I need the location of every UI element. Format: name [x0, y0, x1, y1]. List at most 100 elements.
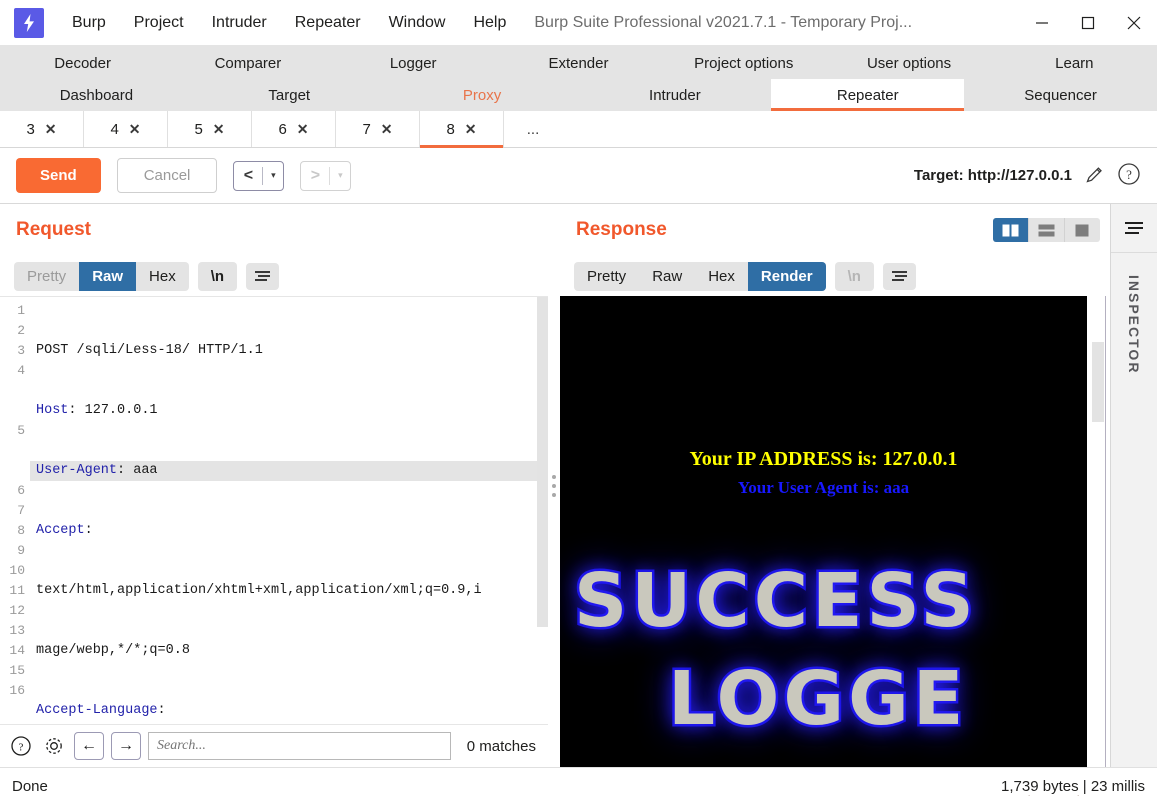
code-line-selected: User-Agent: aaa — [30, 461, 537, 481]
minimize-button[interactable] — [1019, 0, 1065, 45]
request-mode-hex[interactable]: Hex — [136, 262, 189, 291]
line-number: 4 — [17, 363, 25, 378]
inspector-label[interactable]: INSPECTOR — [1126, 275, 1142, 374]
scrollbar-thumb[interactable] — [1092, 342, 1104, 422]
title-bar: Burp Project Intruder Repeater Window He… — [0, 0, 1157, 45]
status-message: Done — [12, 777, 48, 795]
repeater-tab-6[interactable]: 6 ✕ — [252, 111, 336, 147]
repeater-tab-7[interactable]: 7 ✕ — [336, 111, 420, 147]
request-mode-pretty[interactable]: Pretty — [14, 262, 79, 291]
rendered-ip-line: Your IP ADDRESS is: 127.0.0.1 — [689, 448, 958, 470]
request-code[interactable]: POST /sqli/Less-18/ HTTP/1.1 Host: 127.0… — [30, 297, 537, 724]
menu-burp[interactable]: Burp — [58, 10, 120, 36]
request-options-icon[interactable] — [246, 262, 280, 290]
repeater-tab-5[interactable]: 5 ✕ — [168, 111, 252, 147]
split-horizontal-icon[interactable] — [1029, 218, 1065, 242]
request-mode-raw[interactable]: Raw — [79, 261, 137, 291]
question-icon[interactable]: ? — [1117, 162, 1141, 189]
menu-help[interactable]: Help — [459, 10, 520, 36]
menu-repeater[interactable]: Repeater — [281, 10, 375, 36]
search-next-button[interactable]: → — [111, 732, 141, 760]
tab-project-options[interactable]: Project options — [661, 47, 826, 79]
request-editor-wrap: 1 2 3 4 . . 5 . . 6 7 8 9 10 11 — [0, 296, 548, 724]
tab-logger[interactable]: Logger — [331, 47, 496, 79]
tab-intruder[interactable]: Intruder — [578, 79, 771, 111]
response-mode-bar: Pretty Raw Hex Render \n — [560, 256, 1110, 296]
header-value: 127.0.0.1 — [76, 403, 158, 418]
close-icon[interactable]: ✕ — [45, 121, 57, 138]
tab-proxy[interactable]: Proxy — [386, 79, 579, 111]
close-icon[interactable]: ✕ — [465, 121, 477, 138]
close-icon[interactable]: ✕ — [297, 121, 309, 138]
response-mode-pretty[interactable]: Pretty — [574, 262, 639, 291]
request-panel: Request Pretty Raw Hex \n 1 2 3 4 5 6 7 … — [0, 204, 548, 767]
tab-decoder[interactable]: Decoder — [0, 47, 165, 79]
repeater-tab-8[interactable]: 8 ✕ — [420, 111, 504, 148]
close-icon[interactable]: ✕ — [129, 121, 141, 138]
request-search-bar: ? ← → 0 matches — [0, 724, 548, 767]
target-group: Target: http://127.0.0.1 ? — [914, 162, 1141, 189]
menu-bar: Burp Project Intruder Repeater Window He… — [58, 10, 520, 36]
search-input[interactable] — [148, 732, 451, 760]
close-icon[interactable]: ✕ — [381, 121, 393, 138]
window-title: Burp Suite Professional v2021.7.1 - Temp… — [534, 13, 913, 31]
repeater-tab-overflow[interactable]: ... — [504, 111, 562, 147]
response-panel: Response Pretty Raw Hex Render \n Your I… — [560, 204, 1110, 767]
search-prev-button[interactable]: ← — [74, 732, 104, 760]
response-mode-hex[interactable]: Hex — [695, 262, 748, 291]
back-arrow-icon[interactable]: < — [234, 167, 262, 185]
go-back-group[interactable]: < ▾ — [233, 160, 285, 191]
question-icon[interactable]: ? — [8, 733, 34, 759]
request-scrollbar[interactable] — [537, 297, 548, 724]
forward-arrow-icon: > — [310, 166, 321, 184]
action-bar: Send Cancel < ▾ > ▾ Target: http://127.0… — [0, 148, 1157, 204]
request-title: Request — [16, 219, 91, 240]
code-line: text/html,application/xhtml+xml,applicat… — [36, 581, 537, 601]
rendered-html-page: Your IP ADDRESS is: 127.0.0.1 Your User … — [560, 296, 1087, 767]
maximize-button[interactable] — [1065, 0, 1111, 45]
tab-target[interactable]: Target — [193, 79, 386, 111]
chevron-down-icon[interactable]: ▾ — [263, 170, 283, 181]
line-number: . — [0, 441, 30, 461]
send-button[interactable]: Send — [16, 158, 101, 193]
burp-logo-icon — [14, 7, 44, 38]
single-pane-icon[interactable] — [1065, 218, 1100, 242]
response-header: Response — [560, 204, 1110, 256]
repeater-tab-label: 5 — [194, 120, 203, 138]
tab-repeater[interactable]: Repeater — [771, 79, 965, 111]
rendered-banner-line-1: SUCCESS — [572, 556, 978, 647]
tab-learn[interactable]: Learn — [992, 47, 1157, 79]
close-button[interactable] — [1111, 0, 1157, 45]
menu-intruder[interactable]: Intruder — [198, 10, 281, 36]
header-name: Accept-Language — [36, 703, 158, 718]
repeater-tab-4[interactable]: 4 ✕ — [84, 111, 168, 147]
menu-project[interactable]: Project — [120, 10, 198, 36]
tab-comparer[interactable]: Comparer — [165, 47, 330, 79]
response-options-icon[interactable] — [882, 262, 916, 290]
tab-extender[interactable]: Extender — [496, 47, 661, 79]
pencil-icon[interactable] — [1084, 164, 1105, 188]
repeater-tab-strip: 3 ✕ 4 ✕ 5 ✕ 6 ✕ 7 ✕ 8 ✕ ... — [0, 111, 1157, 148]
response-mode-raw[interactable]: Raw — [639, 262, 695, 291]
tab-user-options[interactable]: User options — [826, 47, 991, 79]
repeater-tab-3[interactable]: 3 ✕ — [0, 111, 84, 147]
response-mode-render[interactable]: Render — [747, 261, 826, 291]
gear-icon[interactable] — [41, 733, 67, 759]
request-editor[interactable]: 1 2 3 4 . . 5 . . 6 7 8 9 10 11 — [0, 297, 537, 724]
layers-icon[interactable] — [1111, 204, 1157, 253]
main-tab-bar: Decoder Comparer Logger Extender Project… — [0, 45, 1157, 111]
tab-dashboard[interactable]: Dashboard — [0, 79, 193, 111]
panel-splitter[interactable] — [548, 204, 560, 767]
response-scrollbar[interactable] — [1087, 296, 1110, 767]
split-vertical-icon[interactable] — [993, 218, 1029, 242]
header-name: Accept — [36, 523, 85, 538]
menu-window[interactable]: Window — [375, 10, 460, 36]
tab-sequencer[interactable]: Sequencer — [964, 79, 1157, 111]
request-newline-toggle[interactable]: \n — [197, 261, 238, 291]
close-icon[interactable]: ✕ — [213, 121, 225, 138]
scrollbar-thumb[interactable] — [537, 297, 548, 627]
scrollbar-divider — [1105, 296, 1106, 767]
line-number: 11 — [9, 583, 25, 598]
request-mode-bar: Pretty Raw Hex \n — [0, 256, 548, 296]
line-number: 2 — [17, 323, 25, 338]
